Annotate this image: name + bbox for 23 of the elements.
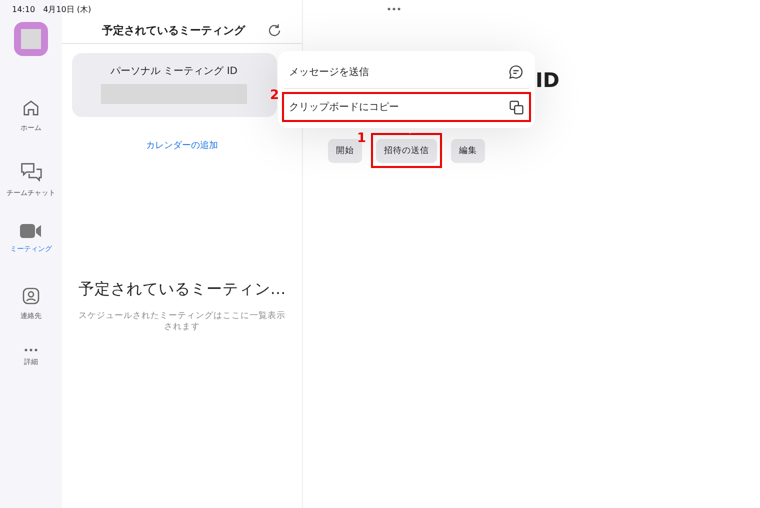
copy-icon: [509, 100, 524, 114]
status-date: 4月10日 (木): [43, 4, 92, 14]
empty-state-text: スケジュールされたミーティングはここに一覧表示されます: [78, 311, 286, 332]
more-icon: [387, 7, 401, 11]
refresh-icon[interactable]: [267, 22, 282, 38]
message-icon: [508, 64, 524, 80]
panel-title: 予定されているミーティング: [102, 22, 245, 38]
home-icon: [21, 98, 41, 118]
empty-state-title: 予定されているミーティン…: [78, 279, 286, 300]
video-camera-icon: [20, 223, 42, 239]
app-logo: [14, 22, 48, 56]
meeting-title: ID: [535, 68, 560, 92]
contact-icon: [21, 286, 41, 306]
card-title: パーソナル ミーティング ID: [110, 65, 238, 78]
more-icon: [24, 348, 38, 352]
action-button[interactable]: 招待の送信: [376, 139, 437, 163]
add-calendar-link[interactable]: カレンダーの追加: [146, 139, 218, 152]
action-button[interactable]: 編集: [451, 139, 485, 163]
step-number: 2: [270, 88, 280, 103]
status-time: 14:10: [12, 4, 36, 14]
menu-item[interactable]: メッセージを送信: [284, 55, 529, 89]
menu-item[interactable]: クリップボードにコピー: [284, 94, 529, 120]
chat-icon: [20, 160, 42, 182]
